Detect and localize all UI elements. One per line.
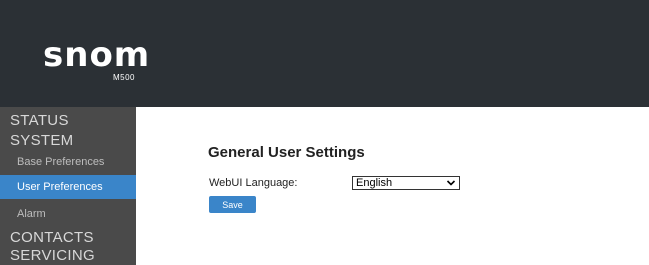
sidebar-nav: STATUS SYSTEM Base Preferences User Pref… bbox=[0, 107, 136, 265]
sidebar-item-user-preferences[interactable]: User Preferences bbox=[0, 175, 136, 199]
top-header: snom M500 bbox=[0, 0, 649, 107]
webui-language-select[interactable]: English bbox=[352, 176, 460, 190]
save-button[interactable]: Save bbox=[209, 196, 256, 213]
webui-language-value: English bbox=[356, 177, 393, 189]
logo-model: M500 bbox=[112, 73, 135, 82]
sidebar-item-servicing[interactable]: SERVICING bbox=[10, 247, 95, 265]
logo-wordmark: snom bbox=[43, 35, 151, 75]
sidebar-item-alarm[interactable]: Alarm bbox=[0, 202, 136, 226]
page-title: General User Settings bbox=[208, 144, 365, 161]
sidebar-item-base-preferences[interactable]: Base Preferences bbox=[0, 150, 136, 174]
sidebar-item-system[interactable]: SYSTEM bbox=[10, 132, 73, 150]
snom-logo: snom M500 bbox=[40, 36, 149, 86]
sidebar-item-contacts[interactable]: CONTACTS bbox=[10, 229, 94, 247]
chevron-down-icon bbox=[446, 180, 456, 186]
sidebar-item-status[interactable]: STATUS bbox=[10, 112, 69, 130]
webui-language-label: WebUI Language: bbox=[209, 177, 298, 189]
